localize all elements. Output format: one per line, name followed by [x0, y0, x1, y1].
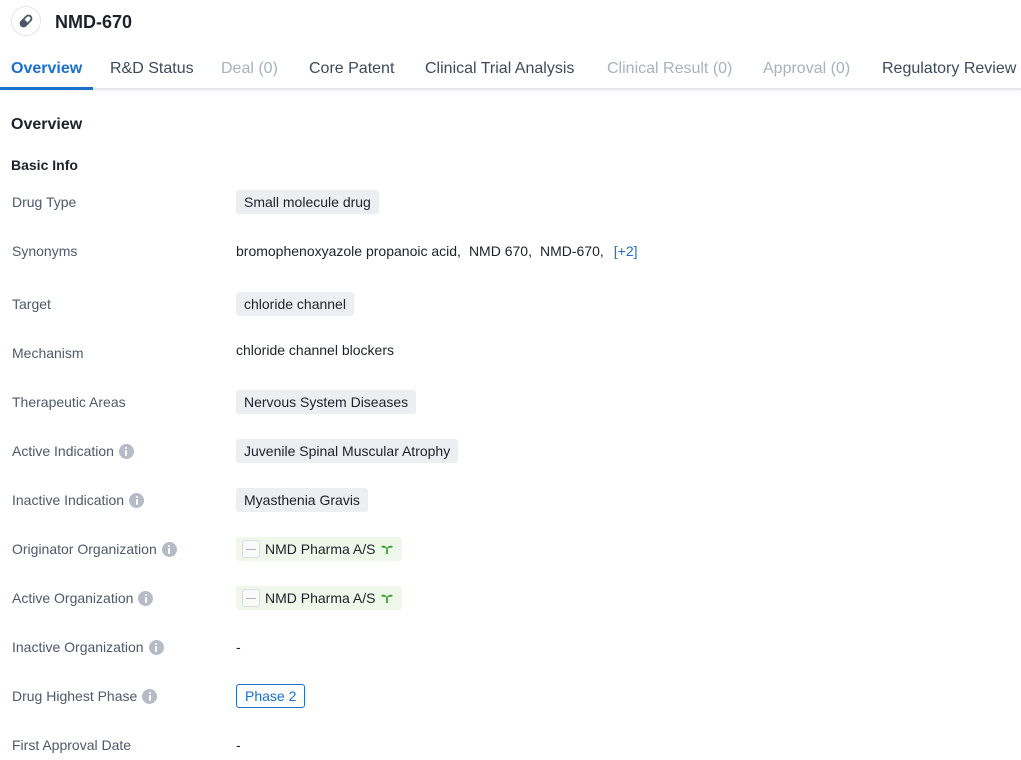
organization-name: NMD Pharma A/S — [265, 590, 376, 606]
label-text: Mechanism — [12, 345, 84, 361]
tab-approval[interactable]: Approval (0) — [763, 59, 850, 79]
mechanism-text: chloride channel blockers — [236, 342, 394, 358]
organization-logo — [242, 589, 260, 607]
info-icon[interactable] — [148, 639, 164, 655]
field-label: Target — [12, 289, 51, 319]
label-text: Synonyms — [12, 243, 78, 259]
field-synonyms: Synonyms bromophenoxyazole propanoic aci… — [0, 236, 1021, 266]
field-active-indication: Active Indication Juvenile Spinal Muscul… — [0, 436, 1021, 466]
field-value: NMD Pharma A/S — [236, 534, 403, 564]
sprout-icon — [380, 543, 394, 555]
active-tab-indicator — [0, 87, 93, 90]
field-therapeutic-areas: Therapeutic Areas Nervous System Disease… — [0, 387, 1021, 417]
field-active-organization: Active Organization NMD Pharma A/S — [0, 583, 1021, 613]
tab-clinical-result[interactable]: Clinical Result (0) — [607, 59, 732, 79]
drug-title: NMD-670 — [55, 12, 133, 32]
field-target: Target chloride channel — [0, 289, 1021, 319]
info-icon[interactable] — [118, 443, 134, 459]
drug-header: NMD-670 — [0, 0, 1021, 44]
field-value: Juvenile Spinal Muscular Atrophy — [236, 436, 459, 466]
indication-tag[interactable]: Juvenile Spinal Muscular Atrophy — [236, 439, 459, 463]
field-value: Nervous System Diseases — [236, 387, 417, 417]
therapeutic-area-tag[interactable]: Nervous System Diseases — [236, 390, 417, 414]
field-value: - — [236, 632, 241, 662]
field-originator-organization: Originator Organization NMD Pharma A/S — [0, 534, 1021, 564]
organization-name: NMD Pharma A/S — [265, 541, 376, 557]
tab-rd-status[interactable]: R&D Status — [110, 59, 194, 79]
info-icon[interactable] — [161, 541, 177, 557]
field-value: Small molecule drug — [236, 187, 379, 217]
organization-logo — [242, 540, 260, 558]
subsection-title: Basic Info — [11, 157, 78, 173]
label-text: Target — [12, 296, 51, 312]
more-synonyms-link[interactable]: [+2] — [614, 243, 638, 259]
sprout-icon — [380, 592, 394, 604]
target-tag[interactable]: chloride channel — [236, 292, 354, 316]
field-label: Originator Organization — [12, 534, 177, 564]
synonym: NMD-670, — [539, 243, 604, 259]
tab-regulatory-review[interactable]: Regulatory Review — [882, 59, 1016, 79]
field-drug-type: Drug Type Small molecule drug — [0, 187, 1021, 217]
synonym: bromophenoxyazole propanoic acid, — [236, 243, 461, 259]
label-text: Drug Highest Phase — [12, 688, 138, 704]
field-inactive-organization: Inactive Organization - — [0, 632, 1021, 662]
empty-value: - — [236, 639, 241, 655]
drug-type-tag: Small molecule drug — [236, 190, 379, 214]
info-icon[interactable] — [142, 688, 158, 704]
field-label: Active Indication — [12, 436, 134, 466]
tab-bar: Overview R&D Status Deal (0) Core Patent… — [0, 50, 1021, 90]
synonym: NMD 670, — [468, 243, 532, 259]
label-text: Drug Type — [12, 194, 77, 210]
field-value: Myasthenia Gravis — [236, 485, 368, 515]
field-label: Therapeutic Areas — [12, 387, 126, 417]
phase-badge: Phase 2 — [236, 684, 306, 708]
field-value: bromophenoxyazole propanoic acid, NMD 67… — [236, 236, 638, 266]
field-label: Mechanism — [12, 338, 84, 368]
tab-clinical-trial-analysis[interactable]: Clinical Trial Analysis — [425, 59, 574, 79]
field-first-approval-date: First Approval Date - — [0, 730, 1021, 760]
organization-tag[interactable]: NMD Pharma A/S — [236, 586, 403, 610]
organization-tag[interactable]: NMD Pharma A/S — [236, 537, 403, 561]
field-label: Active Organization — [12, 583, 154, 613]
field-inactive-indication: Inactive Indication Myasthenia Gravis — [0, 485, 1021, 515]
label-text: Inactive Indication — [12, 492, 125, 508]
pill-icon — [11, 6, 41, 36]
field-mechanism: Mechanism chloride channel blockers — [0, 338, 1021, 368]
field-drug-highest-phase: Drug Highest Phase Phase 2 — [0, 681, 1021, 711]
indication-tag[interactable]: Myasthenia Gravis — [236, 488, 368, 512]
label-text: Inactive Organization — [12, 639, 144, 655]
field-label: Inactive Organization — [12, 632, 164, 662]
label-text: First Approval Date — [12, 737, 132, 753]
tab-deal[interactable]: Deal (0) — [221, 59, 278, 79]
field-label: Drug Type — [12, 187, 76, 217]
info-icon[interactable] — [129, 492, 145, 508]
field-label: First Approval Date — [12, 730, 131, 760]
label-text: Active Indication — [12, 443, 114, 459]
field-value: chloride channel blockers — [236, 335, 394, 365]
section-title: Overview — [11, 116, 83, 133]
field-value: Phase 2 — [236, 681, 306, 711]
field-value: - — [236, 730, 241, 760]
info-icon[interactable] — [138, 590, 154, 606]
field-label: Drug Highest Phase — [12, 681, 158, 711]
field-label: Inactive Indication — [12, 485, 145, 515]
field-label: Synonyms — [12, 236, 77, 266]
label-text: Active Organization — [12, 590, 134, 606]
empty-value: - — [236, 737, 241, 753]
field-value: chloride channel — [236, 289, 354, 319]
label-text: Originator Organization — [12, 541, 157, 557]
field-value: NMD Pharma A/S — [236, 583, 403, 613]
tab-core-patent[interactable]: Core Patent — [309, 59, 394, 79]
label-text: Therapeutic Areas — [12, 394, 126, 410]
tab-overview[interactable]: Overview — [11, 59, 82, 79]
